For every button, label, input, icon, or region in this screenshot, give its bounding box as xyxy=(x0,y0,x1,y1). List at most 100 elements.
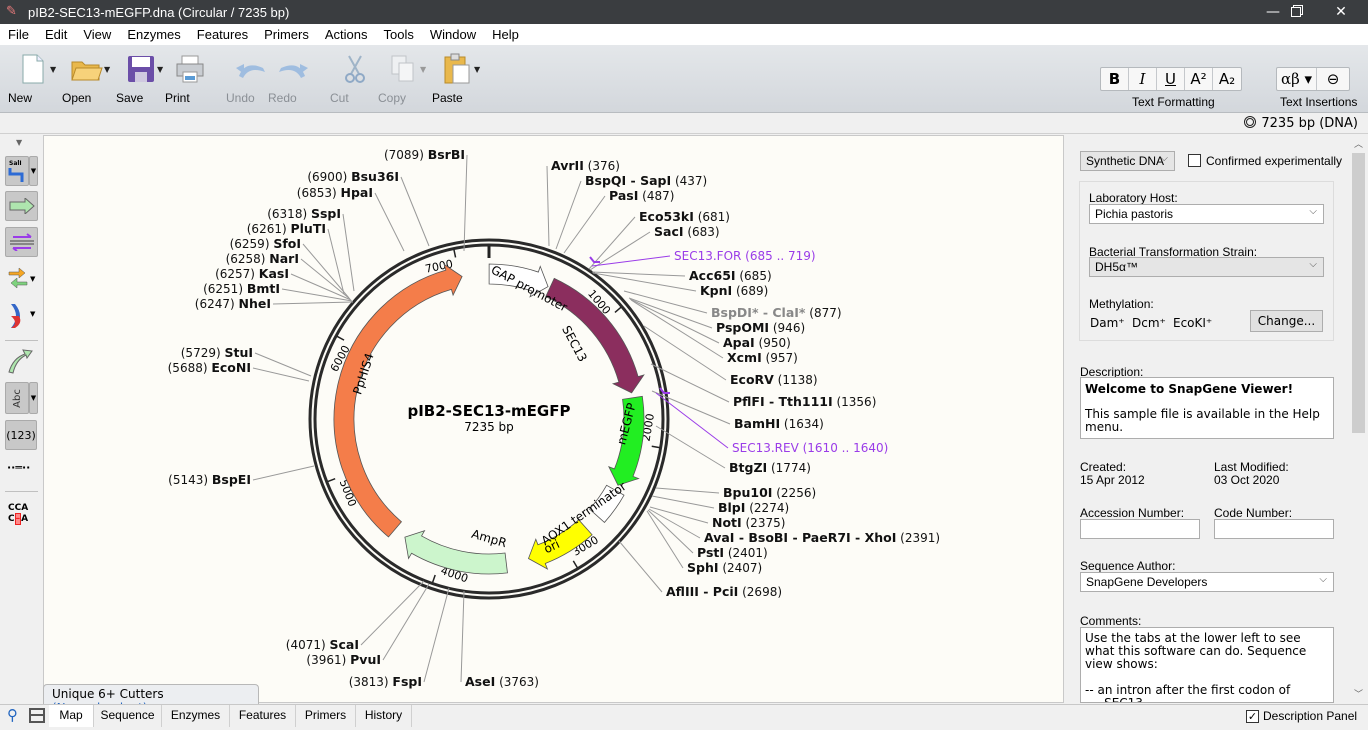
translation-dropdown-icon[interactable]: ▼ xyxy=(30,310,35,318)
description-text[interactable]: Welcome to SnapGene Viewer! This sample … xyxy=(1080,377,1334,439)
primer-name[interactable]: SEC13.FOR xyxy=(674,249,745,263)
enzyme-name[interactable]: BmtI xyxy=(247,281,280,296)
print-button[interactable]: Print xyxy=(165,53,215,109)
molecule-type-select[interactable]: Synthetic DNA ⌵ xyxy=(1080,151,1175,171)
strain-select[interactable]: DH5α™ ⌵ xyxy=(1089,257,1324,277)
paste-button[interactable]: Paste xyxy=(432,53,482,109)
enzyme-name[interactable]: AvaI - BsoBI - PaeR7I - XhoI xyxy=(704,530,896,545)
enzyme-name[interactable]: EcoNI xyxy=(211,360,251,375)
enzyme-name[interactable]: AvrII xyxy=(551,158,584,173)
tab-sequence[interactable]: Sequence xyxy=(94,705,162,727)
draw-tool[interactable] xyxy=(7,348,33,377)
save-button[interactable]: Save xyxy=(116,53,166,109)
text-label-dropdown[interactable]: ▼ xyxy=(29,382,38,414)
enzyme-name[interactable]: NotI xyxy=(712,515,742,530)
zoom-search-icon[interactable]: ⚲ xyxy=(7,706,18,724)
enzyme-name[interactable]: PasI xyxy=(609,188,638,203)
enzyme-site[interactable]: Bpu10I (2256) xyxy=(655,485,816,500)
paste-dropdown-icon[interactable]: ▼ xyxy=(474,65,480,74)
enzyme-name[interactable]: ApaI xyxy=(723,335,755,350)
enzyme-name[interactable]: ScaI xyxy=(330,637,360,652)
menu-enzymes[interactable]: Enzymes xyxy=(119,27,188,42)
new-button[interactable]: New xyxy=(8,53,58,109)
copy-dropdown-icon[interactable]: ▼ xyxy=(420,65,426,74)
change-methylation-button[interactable]: Change... xyxy=(1250,310,1323,332)
restore-button[interactable] xyxy=(1273,0,1319,24)
tab-features[interactable]: Features xyxy=(230,705,296,727)
menu-file[interactable]: File xyxy=(0,27,37,42)
enzyme-name[interactable]: BspQI - SapI xyxy=(585,173,671,188)
enzyme-name[interactable]: BtgZI xyxy=(729,460,767,475)
bold-button[interactable]: B xyxy=(1101,68,1129,90)
scroll-down-icon[interactable]: ﹀ xyxy=(1354,687,1363,700)
scrollbar-thumb[interactable] xyxy=(1352,153,1365,433)
enzyme-name[interactable]: KasI xyxy=(259,266,289,281)
copy-button[interactable]: Copy xyxy=(378,53,428,109)
orf-dropdown-icon[interactable]: ▼ xyxy=(30,275,35,283)
mutation-tool[interactable]: CCA C–A xyxy=(8,503,28,525)
enzyme-name[interactable]: AflIII - PciI xyxy=(666,584,738,599)
orf-tool[interactable] xyxy=(8,266,28,293)
enzyme-name[interactable]: SphI xyxy=(687,560,719,575)
menu-primers[interactable]: Primers xyxy=(256,27,317,42)
enzyme-name[interactable]: PluTI xyxy=(290,221,326,236)
restriction-site-dropdown[interactable]: ▼ xyxy=(29,156,38,186)
italic-button[interactable]: I xyxy=(1129,68,1157,90)
enzyme-name[interactable]: SspI xyxy=(311,206,341,221)
description-scrollbar[interactable]: ︿ ﹀ xyxy=(1350,135,1368,703)
enzyme-name[interactable]: SfoI xyxy=(273,236,301,251)
save-dropdown-icon[interactable]: ▼ xyxy=(157,65,163,74)
accession-input[interactable] xyxy=(1080,519,1200,539)
menu-tools[interactable]: Tools xyxy=(376,27,422,42)
enzyme-name[interactable]: PflFI - Tth111I xyxy=(733,394,833,409)
enzyme-name[interactable]: FspI xyxy=(392,674,422,689)
enzyme-name[interactable]: PspOMI xyxy=(716,320,769,335)
enzyme-name[interactable]: Bsu36I xyxy=(351,169,399,184)
plasmid-map-canvas[interactable]: 1000 2000 3000 4000 5000 6000 7000 GAP promoter… xyxy=(43,135,1064,703)
enzyme-name[interactable]: HpaI xyxy=(341,185,374,200)
enzyme-site[interactable]: (4071) ScaI xyxy=(286,580,425,652)
enzyme-site[interactable]: SacI (683) xyxy=(589,224,720,271)
primer-tool[interactable] xyxy=(5,227,38,257)
enzyme-site[interactable]: (5143) BspEI xyxy=(168,465,315,487)
enzyme-name[interactable]: BspEI xyxy=(212,472,251,487)
superscript-button[interactable]: A² xyxy=(1185,68,1213,90)
translation-tool[interactable] xyxy=(9,303,23,332)
enzyme-set-selector[interactable]: Unique 6+ Cutters (Nonredundant) xyxy=(43,684,259,715)
enzyme-site[interactable]: AseI (3763) xyxy=(460,590,539,689)
code-input[interactable] xyxy=(1214,519,1334,539)
spacer-tool[interactable]: ··═·· xyxy=(7,461,30,474)
subscript-button[interactable]: A₂ xyxy=(1213,68,1241,90)
enzyme-site[interactable]: (6247) NheI xyxy=(195,296,354,311)
enzyme-site[interactable]: Acc65I (685) xyxy=(591,268,772,283)
text-label-tool[interactable]: Abc xyxy=(5,382,29,414)
enzyme-name[interactable]: BlpI xyxy=(718,500,745,515)
menu-help[interactable]: Help xyxy=(484,27,527,42)
tab-map[interactable]: Map xyxy=(49,705,94,727)
enzyme-name[interactable]: StuI xyxy=(224,345,253,360)
show-numbers-toggle[interactable]: (123) xyxy=(5,420,37,450)
enzyme-site[interactable]: (3961) PvuI xyxy=(306,583,430,667)
enzyme-name[interactable]: AseI xyxy=(465,674,495,689)
enzyme-name[interactable]: PvuI xyxy=(350,652,381,667)
enzyme-name[interactable]: KpnI xyxy=(700,283,732,298)
enzyme-name[interactable]: Acc65I xyxy=(689,268,736,283)
tab-primers[interactable]: Primers xyxy=(296,705,356,727)
enzyme-name[interactable]: BsrBI xyxy=(428,147,465,162)
comments-text[interactable]: Use the tabs at the lower left to see wh… xyxy=(1080,627,1334,703)
enzyme-site[interactable]: (5688) EcoNI xyxy=(168,360,310,382)
scroll-up-icon[interactable]: ︿ xyxy=(1354,137,1363,150)
underline-button[interactable]: U xyxy=(1157,68,1185,90)
new-dropdown-icon[interactable]: ▼ xyxy=(50,65,56,74)
menu-edit[interactable]: Edit xyxy=(37,27,75,42)
open-dropdown-icon[interactable]: ▼ xyxy=(104,65,110,74)
lab-host-select[interactable]: Pichia pastoris ⌵ xyxy=(1089,204,1324,224)
feature-tool[interactable] xyxy=(5,191,38,221)
enzyme-site[interactable]: AvaI - BsoBI - PaeR7I - XhoI (2391) xyxy=(648,508,940,545)
menu-actions[interactable]: Actions xyxy=(317,27,376,42)
tab-history[interactable]: History xyxy=(356,705,412,727)
collapse-arrow-icon[interactable]: ▼ xyxy=(16,138,22,147)
link-icon[interactable]: ⊖ xyxy=(1317,68,1349,90)
enzyme-name[interactable]: BspDI* - ClaI* xyxy=(711,305,806,320)
enzyme-site[interactable]: (3813) FspI xyxy=(349,587,450,689)
